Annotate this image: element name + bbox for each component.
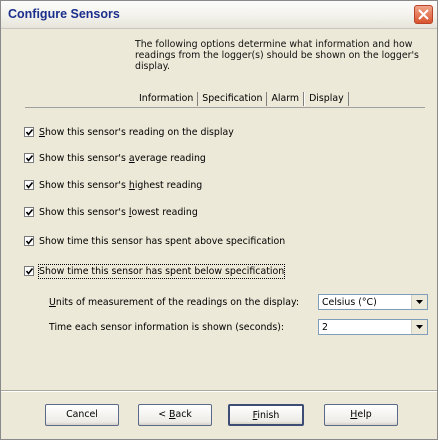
chevron-down-icon (416, 325, 423, 329)
time-label: Time each sensor information is shown (s… (49, 322, 285, 333)
checkbox-label: Show time this sensor has spent below sp… (37, 264, 286, 279)
checkbox-box[interactable] (24, 153, 34, 163)
units-label: Units of measurement of the readings on … (49, 297, 300, 308)
back-button[interactable]: < Back (138, 404, 212, 426)
checkbox-box[interactable] (24, 236, 34, 246)
window-title: Configure Sensors (8, 7, 120, 21)
tab-display[interactable]: Display (304, 92, 349, 106)
button-separator (1, 390, 437, 392)
checkbox-box[interactable] (24, 127, 34, 137)
check-icon (25, 209, 34, 216)
time-select[interactable]: 2 (318, 319, 428, 335)
tab-strip: Information Specification Alarm Display (135, 92, 349, 108)
check-icon (25, 155, 34, 162)
dropdown-button[interactable] (411, 320, 427, 334)
dropdown-button[interactable] (411, 295, 427, 309)
time-value: 2 (322, 322, 328, 333)
tab-divider (25, 107, 425, 108)
finish-button[interactable]: Finish (228, 404, 304, 426)
intro-text: The following options determine what inf… (135, 39, 419, 72)
tab-information[interactable]: Information (135, 92, 199, 106)
close-icon (418, 9, 429, 20)
checkbox-label: Show this sensor's lowest reading (39, 207, 198, 218)
units-value: Celsius (°C) (322, 297, 377, 308)
checkbox-label: Show time this sensor has spent above sp… (39, 236, 286, 247)
close-button[interactable] (414, 5, 433, 24)
checkbox-label: Show this sensor's reading on the displa… (39, 127, 234, 138)
check-icon (25, 268, 34, 275)
tab-specification[interactable]: Specification (198, 92, 268, 106)
title-bar[interactable]: Configure Sensors (1, 1, 437, 29)
checkbox-label: Show this sensor's average reading (39, 153, 206, 164)
check-icon (25, 238, 34, 245)
chevron-down-icon (416, 300, 423, 304)
checkbox-label: Show this sensor's highest reading (39, 180, 203, 191)
tab-alarm[interactable]: Alarm (267, 92, 305, 106)
checkbox-box[interactable] (24, 266, 34, 276)
checkbox-box[interactable] (24, 180, 34, 190)
checkbox-box[interactable] (24, 207, 34, 217)
units-select[interactable]: Celsius (°C) (318, 294, 428, 310)
cancel-button[interactable]: Cancel (45, 404, 119, 426)
configure-sensors-dialog: Configure Sensors The following options … (0, 0, 438, 440)
help-button[interactable]: Help (324, 404, 398, 426)
check-icon (25, 182, 34, 189)
check-icon (25, 129, 34, 136)
